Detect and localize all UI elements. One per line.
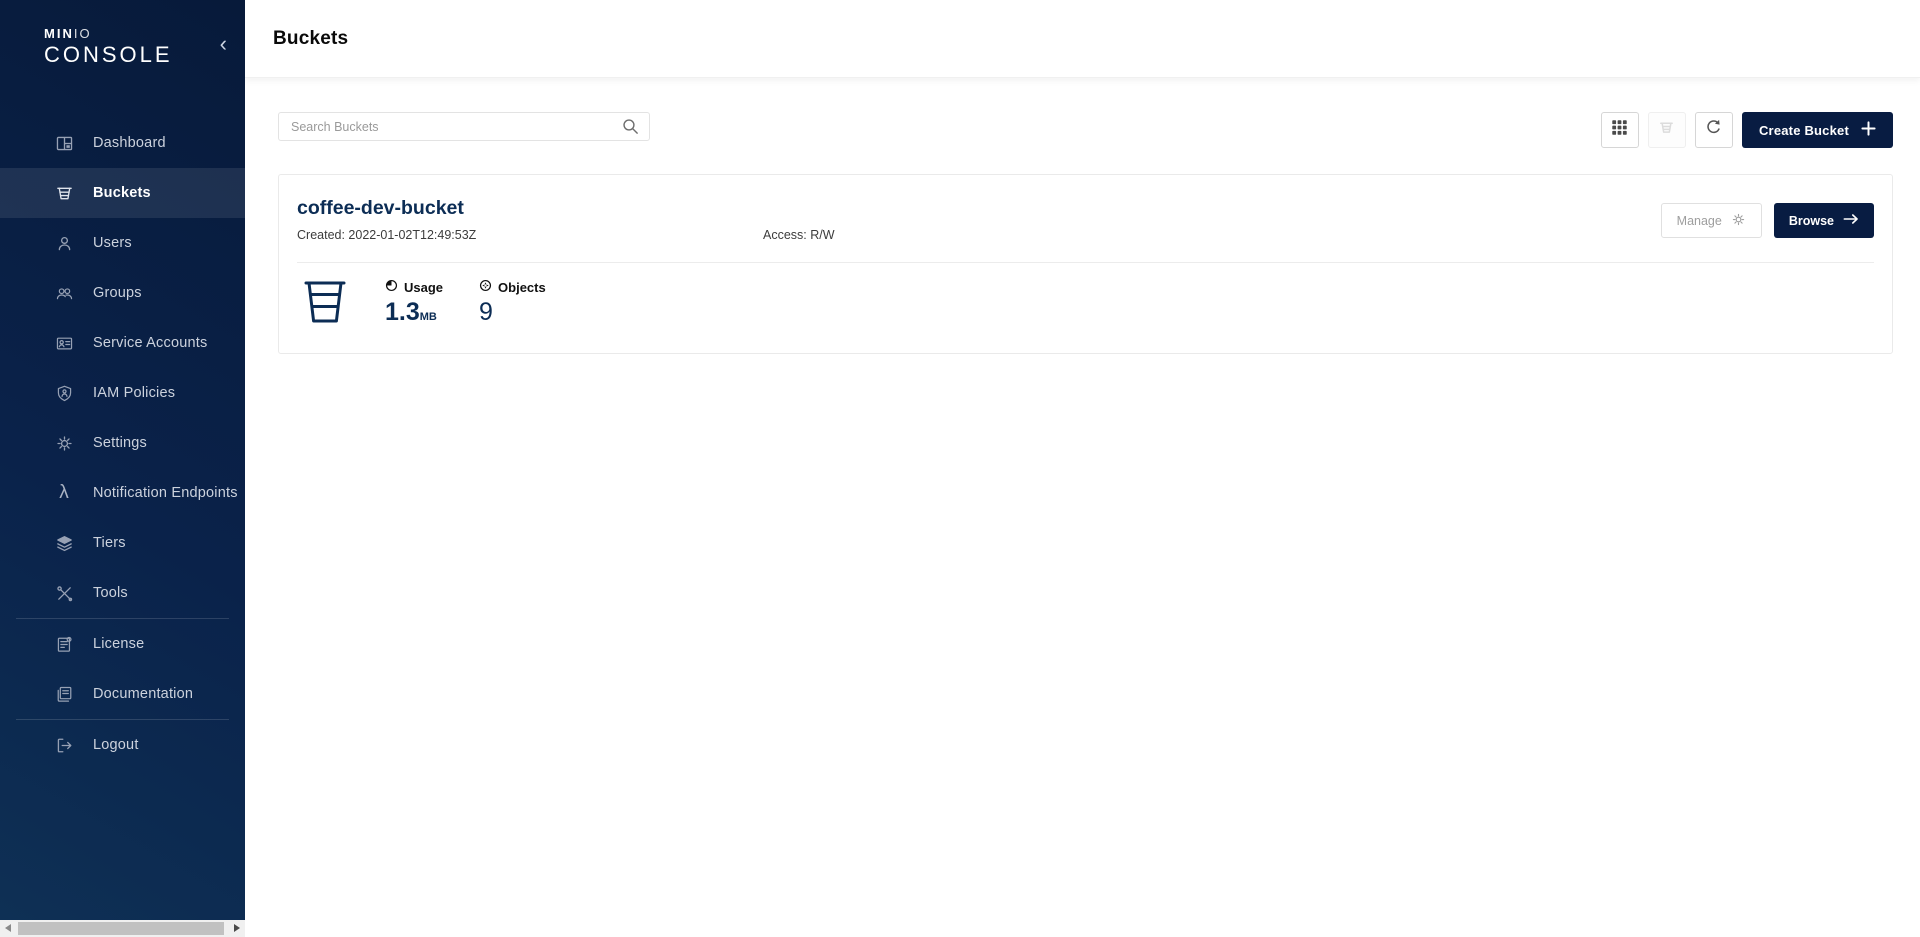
sidebar-item-label: Logout	[93, 737, 139, 753]
sidebar-item-logout[interactable]: Logout	[0, 720, 245, 770]
manage-gear-icon	[1731, 212, 1746, 230]
usage-metric: Usage 1.3MB	[385, 279, 443, 327]
sidebar-item-label: Tiers	[93, 535, 126, 551]
sidebar-item-users[interactable]: Users	[0, 218, 245, 268]
dashboard-icon	[54, 133, 74, 153]
usage-unit: MB	[420, 311, 437, 323]
manage-button-label: Manage	[1677, 214, 1722, 228]
gear-icon	[54, 433, 74, 453]
page-header: Buckets	[245, 0, 1920, 78]
objects-metric: Objects 9	[479, 279, 546, 327]
objects-icon	[479, 279, 492, 295]
usage-pie-icon	[385, 279, 398, 295]
sidebar-item-label: Service Accounts	[93, 335, 207, 351]
page-title: Buckets	[273, 28, 348, 50]
bucket-large-icon	[301, 279, 349, 325]
bucket-name-link[interactable]: coffee-dev-bucket	[297, 197, 835, 220]
plus-icon	[1861, 121, 1876, 139]
lambda-icon: λ	[54, 483, 74, 503]
objects-label-row: Objects	[479, 279, 546, 295]
bucket-info: coffee-dev-bucket Created: 2022-01-02T12…	[297, 197, 835, 242]
sidebar-item-label: License	[93, 636, 144, 652]
license-icon	[54, 634, 74, 654]
logo-brand-top: MINIO	[44, 26, 225, 41]
sidebar-item-label: IAM Policies	[93, 385, 175, 401]
bucket-meta: Created: 2022-01-02T12:49:53Z Access: R/…	[297, 228, 835, 242]
bucket-card-top: coffee-dev-bucket Created: 2022-01-02T12…	[297, 197, 1874, 242]
sidebar-item-label: Groups	[93, 285, 142, 301]
browse-button[interactable]: Browse	[1774, 203, 1874, 238]
sidebar: MINIO CONSOLE ‹ Dashboard Buckets Users	[0, 0, 245, 920]
sidebar-item-groups[interactable]: Groups	[0, 268, 245, 318]
bucket-metrics: Usage 1.3MB Objects 9	[297, 279, 1874, 327]
search-box	[278, 112, 650, 141]
sidebar-item-label: Notification Endpoints	[93, 485, 238, 501]
sidebar-item-license[interactable]: License	[0, 619, 245, 669]
search-input[interactable]	[278, 112, 650, 141]
objects-value: 9	[479, 299, 546, 327]
usage-value: 1.3MB	[385, 299, 443, 327]
shield-icon	[54, 383, 74, 403]
objects-label: Objects	[498, 280, 546, 295]
groups-icon	[54, 283, 74, 303]
manage-button[interactable]: Manage	[1661, 203, 1762, 238]
sidebar-item-notification-endpoints[interactable]: λ Notification Endpoints	[0, 468, 245, 518]
search-icon	[621, 117, 640, 141]
list-view-bucket-icon	[1657, 118, 1676, 142]
usage-label: Usage	[404, 280, 443, 295]
create-bucket-label: Create Bucket	[1759, 123, 1849, 138]
actions-row: Create Bucket	[245, 78, 1920, 148]
grid-view-button[interactable]	[1601, 112, 1639, 148]
refresh-icon	[1704, 118, 1723, 142]
logo-brand-bottom: CONSOLE	[44, 42, 225, 68]
usage-label-row: Usage	[385, 279, 443, 295]
logout-icon	[54, 735, 74, 755]
sidebar-item-iam-policies[interactable]: IAM Policies	[0, 368, 245, 418]
main-content: Buckets	[245, 0, 1920, 937]
create-bucket-button[interactable]: Create Bucket	[1742, 112, 1893, 148]
sidebar-item-dashboard[interactable]: Dashboard	[0, 118, 245, 168]
sidebar-item-label: Dashboard	[93, 135, 166, 151]
sidebar-item-label: Settings	[93, 435, 147, 451]
scrollbar-thumb[interactable]	[18, 922, 224, 935]
sidebar-item-settings[interactable]: Settings	[0, 418, 245, 468]
scrollbar-left-arrow-icon[interactable]	[5, 924, 11, 932]
arrow-right-icon	[1843, 213, 1859, 228]
refresh-button[interactable]	[1695, 112, 1733, 148]
card-divider	[297, 262, 1874, 263]
sidebar-item-label: Users	[93, 235, 132, 251]
sidebar-item-documentation[interactable]: Documentation	[0, 669, 245, 719]
sidebar-nav: Dashboard Buckets Users Groups Service A	[0, 118, 245, 770]
sidebar-item-label: Tools	[93, 585, 128, 601]
user-icon	[54, 233, 74, 253]
sidebar-item-label: Buckets	[93, 185, 151, 201]
bucket-created-text: Created: 2022-01-02T12:49:53Z	[297, 228, 763, 242]
scrollbar-right-arrow-icon[interactable]	[234, 924, 240, 932]
grid-view-icon	[1610, 118, 1629, 142]
sidebar-item-tiers[interactable]: Tiers	[0, 518, 245, 568]
service-accounts-icon	[54, 333, 74, 353]
bucket-card: coffee-dev-bucket Created: 2022-01-02T12…	[278, 174, 1893, 354]
tools-icon	[54, 583, 74, 603]
toolbar-buttons: Create Bucket	[1601, 112, 1893, 148]
sidebar-item-label: Documentation	[93, 686, 193, 702]
bucket-icon	[54, 183, 74, 203]
bucket-card-buttons: Manage Browse	[1661, 203, 1874, 238]
documentation-icon	[54, 684, 74, 704]
bucket-access-text: Access: R/W	[763, 228, 835, 242]
sidebar-item-tools[interactable]: Tools	[0, 568, 245, 618]
sidebar-collapse-icon[interactable]: ‹	[220, 34, 227, 54]
sidebar-item-buckets[interactable]: Buckets	[0, 168, 245, 218]
horizontal-scrollbar[interactable]	[0, 920, 245, 937]
browse-button-label: Browse	[1789, 214, 1834, 228]
logo: MINIO CONSOLE ‹	[0, 0, 245, 118]
layers-icon	[54, 533, 74, 553]
sidebar-item-service-accounts[interactable]: Service Accounts	[0, 318, 245, 368]
list-view-button	[1648, 112, 1686, 148]
